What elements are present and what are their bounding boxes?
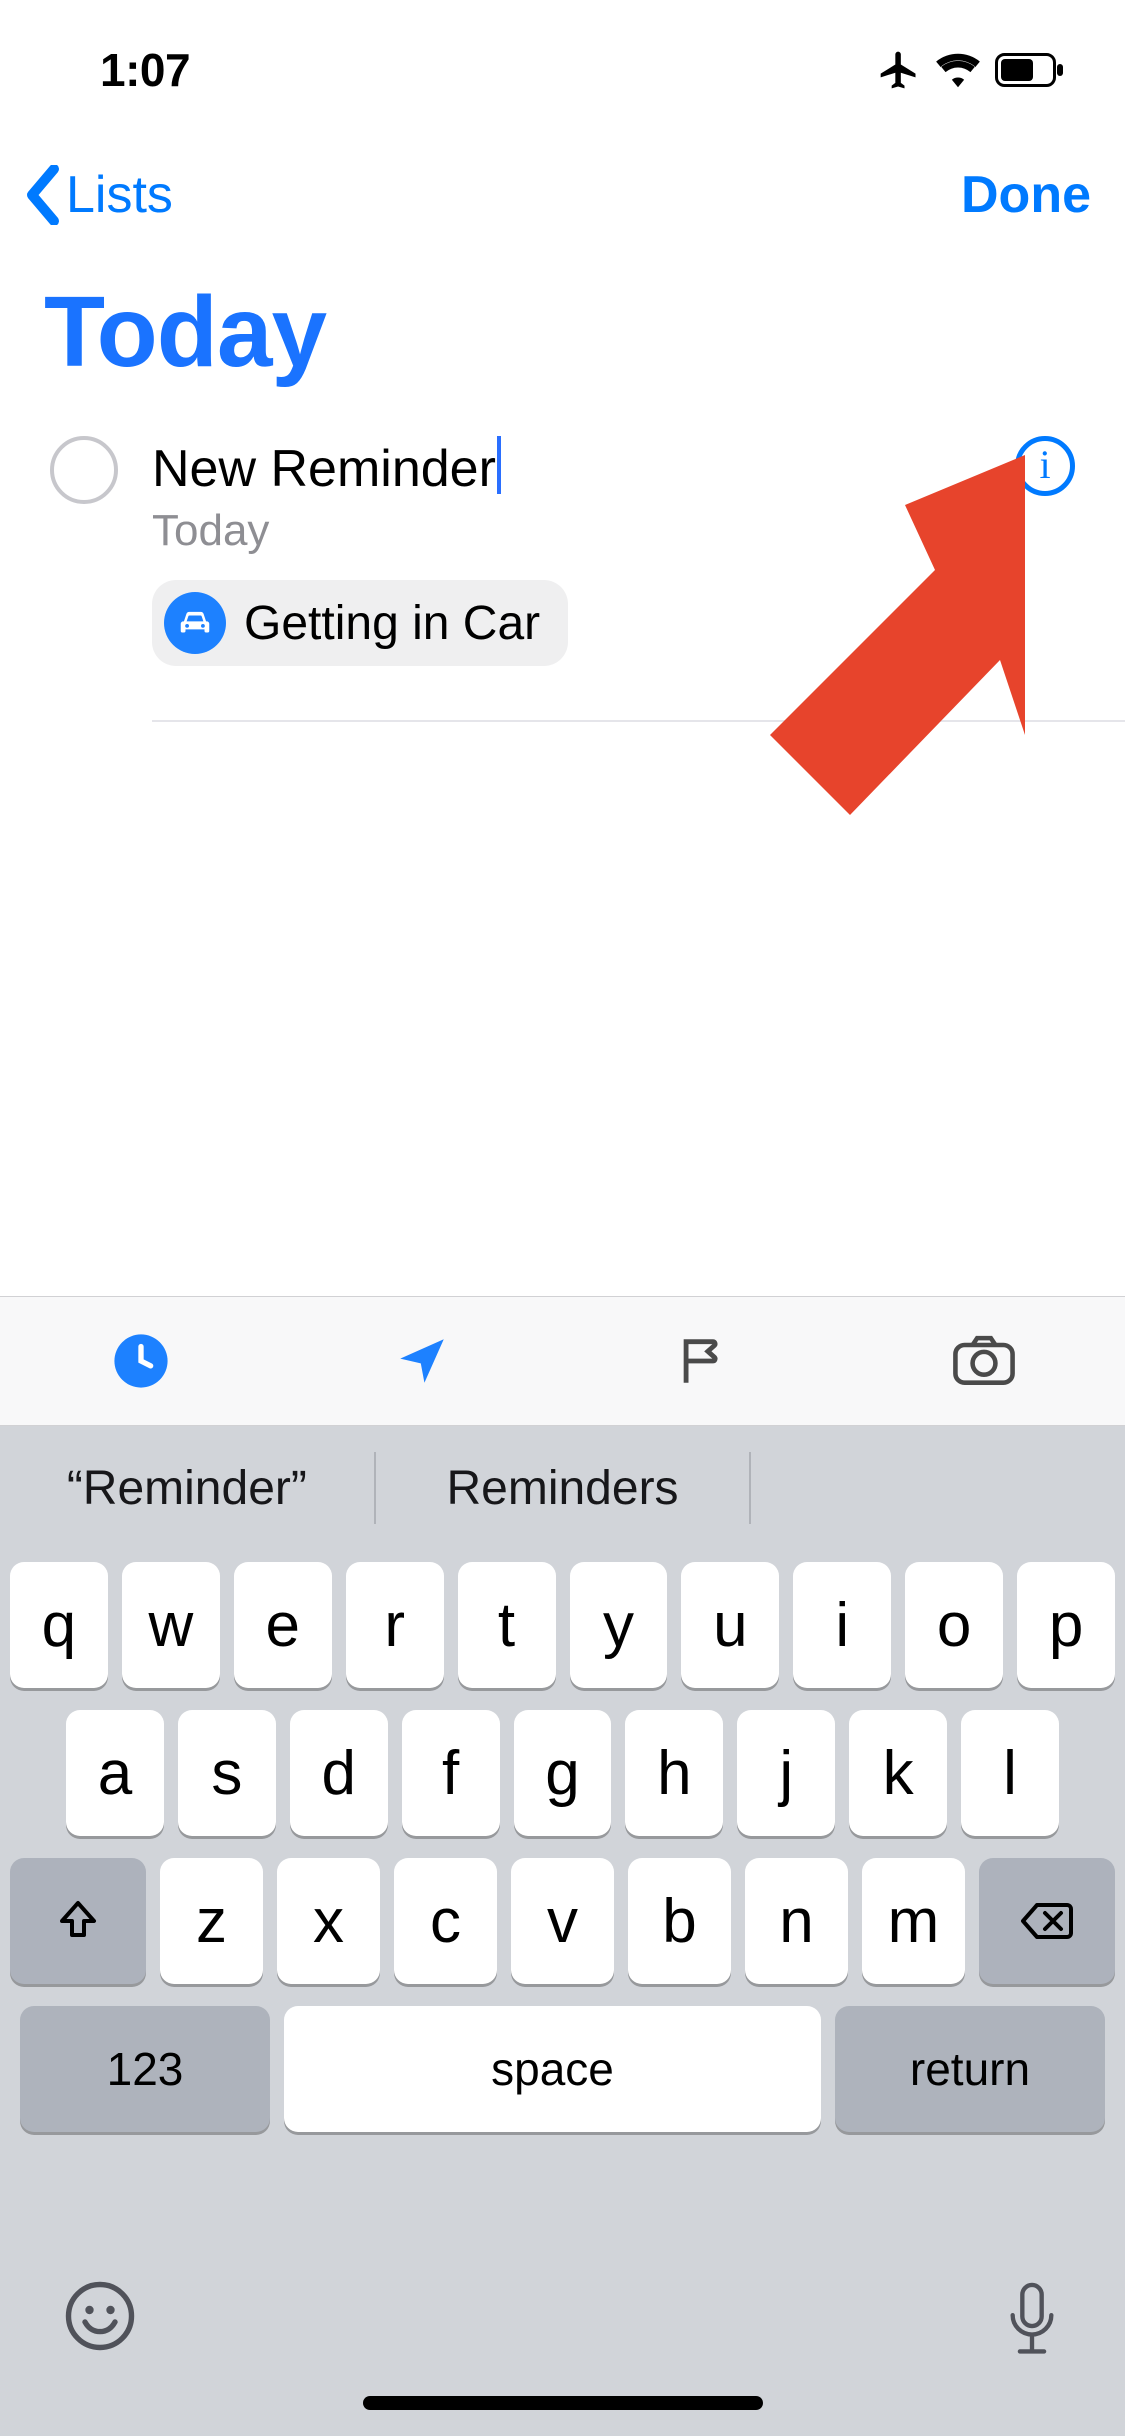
suggestion-1[interactable]: Reminders	[376, 1461, 750, 1516]
suggestion-0[interactable]: “Reminder”	[0, 1461, 374, 1516]
reminder-checkbox[interactable]	[50, 436, 118, 504]
key-a[interactable]: a	[66, 1710, 164, 1836]
key-f[interactable]: f	[402, 1710, 500, 1836]
info-button[interactable]: i	[1015, 436, 1075, 496]
home-indicator[interactable]	[363, 2396, 763, 2410]
info-icon: i	[1039, 441, 1050, 488]
reminder-subtitle: Today	[152, 506, 1081, 556]
key-d[interactable]: d	[290, 1710, 388, 1836]
key-q[interactable]: q	[10, 1562, 108, 1688]
key-i[interactable]: i	[793, 1562, 891, 1688]
location-chip[interactable]: Getting in Car	[152, 580, 568, 666]
keyboard-suggestions: “Reminder” Reminders	[0, 1426, 1125, 1550]
emoji-icon	[64, 2280, 136, 2352]
reminder-quick-toolbar	[0, 1296, 1125, 1426]
key-v[interactable]: v	[511, 1858, 614, 1984]
key-numbers[interactable]: 123	[20, 2006, 270, 2132]
key-w[interactable]: w	[122, 1562, 220, 1688]
airplane-mode-icon	[877, 48, 921, 92]
flag-toolbar-button[interactable]	[667, 1325, 739, 1397]
status-time: 1:07	[100, 43, 190, 97]
emoji-button[interactable]	[64, 2280, 136, 2357]
key-e[interactable]: e	[234, 1562, 332, 1688]
key-j[interactable]: j	[737, 1710, 835, 1836]
camera-icon	[952, 1335, 1016, 1387]
text-cursor	[497, 436, 501, 494]
keyboard-row-1: q w e r t y u i o p	[10, 1562, 1115, 1688]
dictation-button[interactable]	[1003, 2280, 1061, 2365]
nav-bar: Lists Done	[0, 150, 1125, 240]
key-space[interactable]: space	[284, 2006, 821, 2132]
key-delete[interactable]	[979, 1858, 1115, 1984]
key-l[interactable]: l	[961, 1710, 1059, 1836]
key-s[interactable]: s	[178, 1710, 276, 1836]
reminder-row[interactable]: New Reminder Today Getting in Car i	[0, 420, 1125, 706]
key-r[interactable]: r	[346, 1562, 444, 1688]
back-label: Lists	[66, 165, 173, 225]
wifi-icon	[935, 52, 981, 88]
key-h[interactable]: h	[625, 1710, 723, 1836]
status-right-cluster	[877, 48, 1065, 92]
key-b[interactable]: b	[628, 1858, 731, 1984]
time-toolbar-button[interactable]	[105, 1325, 177, 1397]
location-arrow-icon	[393, 1332, 451, 1390]
suggestion-divider	[749, 1452, 751, 1524]
page-title: Today	[44, 275, 326, 390]
key-g[interactable]: g	[514, 1710, 612, 1836]
done-button[interactable]: Done	[961, 165, 1091, 225]
flag-icon	[674, 1332, 732, 1390]
key-o[interactable]: o	[905, 1562, 1003, 1688]
chevron-left-icon	[24, 165, 60, 225]
key-n[interactable]: n	[745, 1858, 848, 1984]
key-y[interactable]: y	[570, 1562, 668, 1688]
shift-icon	[54, 1897, 102, 1945]
keyboard-row-3: z x c v b n m	[10, 1858, 1115, 1984]
key-m[interactable]: m	[862, 1858, 965, 1984]
row-divider	[152, 720, 1125, 722]
keyboard-row-4: 123 space return	[10, 2006, 1115, 2132]
key-t[interactable]: t	[458, 1562, 556, 1688]
reminder-title-text: New Reminder	[152, 440, 496, 498]
camera-toolbar-button[interactable]	[948, 1325, 1020, 1397]
clock-icon	[112, 1332, 170, 1390]
car-icon	[164, 592, 226, 654]
key-z[interactable]: z	[160, 1858, 263, 1984]
reminders-list: New Reminder Today Getting in Car i	[0, 420, 1125, 706]
key-p[interactable]: p	[1017, 1562, 1115, 1688]
key-return[interactable]: return	[835, 2006, 1105, 2132]
location-chip-label: Getting in Car	[244, 596, 540, 651]
location-toolbar-button[interactable]	[386, 1325, 458, 1397]
delete-icon	[1019, 1901, 1075, 1941]
key-u[interactable]: u	[681, 1562, 779, 1688]
status-bar: 1:07	[0, 0, 1125, 130]
back-button[interactable]: Lists	[24, 165, 173, 225]
reminder-title-input[interactable]: New Reminder	[152, 436, 501, 500]
keyboard-row-2: a s d f g h j k l	[10, 1710, 1115, 1836]
microphone-icon	[1003, 2280, 1061, 2360]
key-k[interactable]: k	[849, 1710, 947, 1836]
key-c[interactable]: c	[394, 1858, 497, 1984]
keyboard: “Reminder” Reminders q w e r t y u i o p…	[0, 1426, 1125, 2436]
key-shift[interactable]	[10, 1858, 146, 1984]
battery-icon	[995, 53, 1065, 87]
key-x[interactable]: x	[277, 1858, 380, 1984]
